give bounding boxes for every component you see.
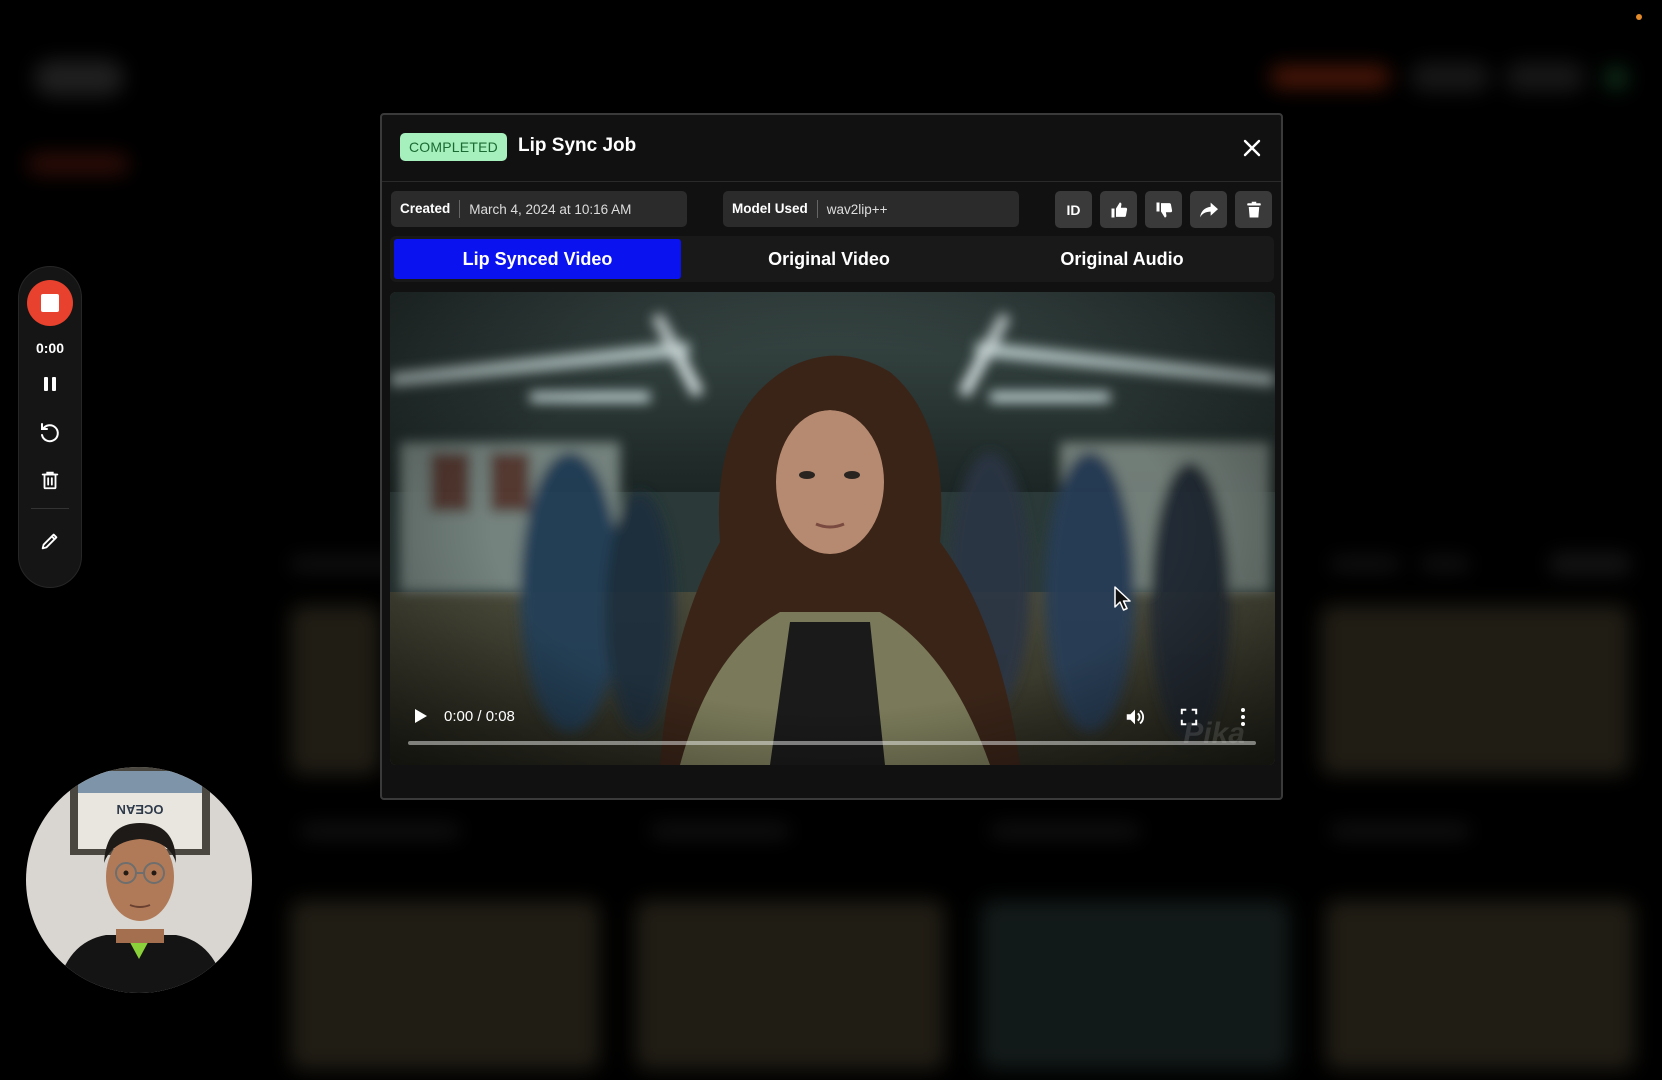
tab-original-video[interactable]: Original Video [684, 239, 974, 279]
play-icon [415, 708, 427, 723]
recording-indicator-dot [1636, 14, 1642, 20]
close-button[interactable] [1235, 131, 1269, 165]
bg-text [1330, 558, 1400, 570]
pause-icon [44, 377, 56, 391]
thumbs-up-button[interactable] [1100, 191, 1137, 228]
volume-button[interactable] [1121, 703, 1149, 731]
bg-card [1325, 900, 1635, 1070]
share-icon [1199, 202, 1218, 217]
bg-text [990, 825, 1140, 837]
draw-button[interactable] [30, 521, 70, 561]
video-progress-bar[interactable] [408, 741, 1256, 745]
created-label: Created [391, 200, 461, 218]
copy-id-button[interactable]: ID [1055, 191, 1092, 228]
video-controls: 0:00 / 0:08 [390, 685, 1275, 765]
model-used-field: Model Used wav2lip++ [723, 191, 1019, 227]
status-badge: COMPLETED [400, 133, 507, 161]
close-icon [1243, 139, 1261, 157]
thumbs-up-icon [1111, 202, 1127, 217]
delete-button[interactable] [1235, 191, 1272, 228]
model-used-value: wav2lip++ [826, 201, 888, 217]
stop-icon [41, 294, 59, 312]
trash-icon [1246, 201, 1261, 217]
fullscreen-icon [1180, 708, 1198, 726]
restart-recording-button[interactable] [30, 412, 70, 452]
mouse-cursor-icon [1114, 586, 1131, 611]
bg-logo [34, 60, 124, 96]
bg-text [300, 825, 460, 837]
modal-header: COMPLETED Lip Sync Job [382, 115, 1281, 182]
webcam-feed: OCEAN [26, 767, 252, 993]
bg-avatar [1604, 66, 1628, 90]
video-player[interactable]: Pika 0:00 / 0:08 [390, 292, 1275, 765]
bg-card [290, 605, 380, 775]
more-vertical-icon [1241, 708, 1245, 726]
stop-recording-button[interactable] [27, 280, 73, 326]
video-time: 0:00 / 0:08 [444, 708, 515, 725]
toolbar-divider [31, 508, 69, 509]
share-button[interactable] [1190, 191, 1227, 228]
bg-sidebar-item [28, 154, 128, 174]
pause-recording-button[interactable] [30, 364, 70, 404]
media-tabs: Lip Synced Video Original Video Original… [390, 236, 1274, 282]
delete-recording-button[interactable] [30, 460, 70, 500]
bg-text [650, 825, 790, 837]
bg-nav-accent [1270, 66, 1390, 88]
more-options-button[interactable] [1229, 703, 1257, 731]
thumbs-down-button[interactable] [1145, 191, 1182, 228]
thumbs-down-icon [1156, 202, 1172, 217]
volume-icon [1126, 709, 1144, 725]
bg-card [1320, 605, 1630, 775]
bg-text [1330, 825, 1470, 837]
modal-title: Lip Sync Job [518, 135, 637, 156]
bg-text [1420, 558, 1470, 570]
model-used-label: Model Used [723, 200, 818, 218]
bg-nav-item [1505, 62, 1585, 92]
lip-sync-job-modal: COMPLETED Lip Sync Job Created March 4, … [380, 113, 1283, 800]
frame-text: OCEAN [117, 802, 164, 817]
recorder-toolbar: 0:00 [18, 266, 82, 588]
bg-card [635, 900, 945, 1070]
recording-elapsed-time: 0:00 [35, 340, 65, 356]
webcam-bubble[interactable]: OCEAN [26, 767, 252, 993]
created-value: March 4, 2024 at 10:16 AM [469, 201, 632, 217]
bg-nav-item [1410, 62, 1490, 92]
tab-lip-synced-video[interactable]: Lip Synced Video [394, 239, 681, 279]
bg-card [980, 900, 1290, 1070]
created-field: Created March 4, 2024 at 10:16 AM [391, 191, 687, 227]
bg-card [290, 900, 600, 1070]
restart-icon [41, 423, 59, 443]
fullscreen-button[interactable] [1175, 703, 1203, 731]
pencil-icon [41, 533, 58, 550]
trash-icon [41, 471, 59, 490]
play-button[interactable] [408, 705, 432, 729]
bg-text [1550, 554, 1630, 574]
tab-original-audio[interactable]: Original Audio [977, 239, 1267, 279]
